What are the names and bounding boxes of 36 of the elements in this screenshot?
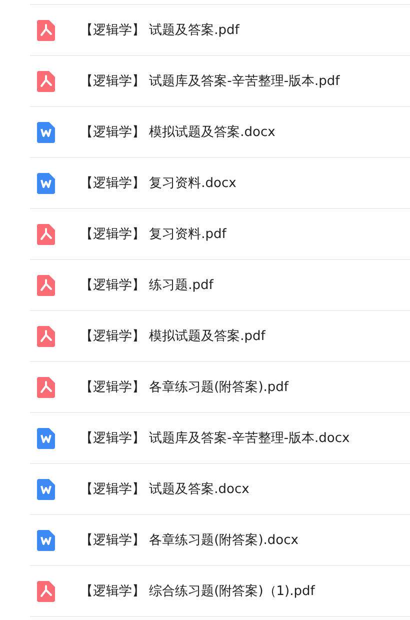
file-name: 【逻辑学】 复习资料.pdf [80,226,226,243]
pdf-file-icon [37,580,55,602]
file-row[interactable]: 【逻辑学】 试题库及答案-辛苦整理-版本.docx [30,413,410,464]
file-row[interactable]: 【逻辑学】 练习题.pdf [30,260,410,311]
file-name: 【逻辑学】 模拟试题及答案.pdf [80,328,266,345]
file-row[interactable]: 【逻辑学】 试题及答案.docx [30,464,410,515]
file-row[interactable]: 【逻辑学】 复习资料.pdf [30,209,410,260]
word-file-icon [37,122,55,142]
file-row[interactable]: 【逻辑学】 综合练习题(附答案)（1).pdf [30,566,410,617]
file-row[interactable]: 【逻辑学】 模拟试题及答案.docx [30,107,410,158]
file-row[interactable]: 【逻辑学】 试题及答案.pdf [30,5,410,56]
file-name: 【逻辑学】 试题库及答案-辛苦整理-版本.pdf [80,73,340,90]
word-file-icon [37,478,55,500]
file-row[interactable]: 【逻辑学】 试题库及答案-辛苦整理-版本.pdf [30,56,410,107]
pdf-file-icon [37,224,55,244]
file-row[interactable]: 【逻辑学】 模拟试题及答案.pdf [30,311,410,362]
file-name: 【逻辑学】 试题库及答案-辛苦整理-版本.docx [80,430,350,447]
file-row[interactable]: 【逻辑学】 各章练习题(附答案).pdf [30,362,410,413]
pdf-file-icon [37,20,55,40]
file-name: 【逻辑学】 综合练习题(附答案)（1).pdf [80,583,315,600]
file-name: 【逻辑学】 模拟试题及答案.docx [80,124,276,141]
word-file-icon [37,428,55,448]
file-row[interactable]: 【逻辑学】 各章练习题(附答案).docx [30,515,410,566]
word-file-icon [37,172,55,194]
pdf-file-icon [37,326,55,346]
word-file-icon [37,530,55,550]
pdf-file-icon [37,70,55,92]
file-name: 【逻辑学】 复习资料.docx [80,175,236,192]
pdf-file-icon [37,376,55,398]
pdf-file-icon [37,274,55,296]
file-name: 【逻辑学】 试题及答案.docx [80,481,250,498]
file-row[interactable]: 【逻辑学】 复习资料.docx [30,158,410,209]
file-name: 【逻辑学】 各章练习题(附答案).pdf [80,379,288,396]
file-name: 【逻辑学】 试题及答案.pdf [80,22,240,39]
file-name: 【逻辑学】 各章练习题(附答案).docx [80,532,298,549]
file-name: 【逻辑学】 练习题.pdf [80,277,214,294]
